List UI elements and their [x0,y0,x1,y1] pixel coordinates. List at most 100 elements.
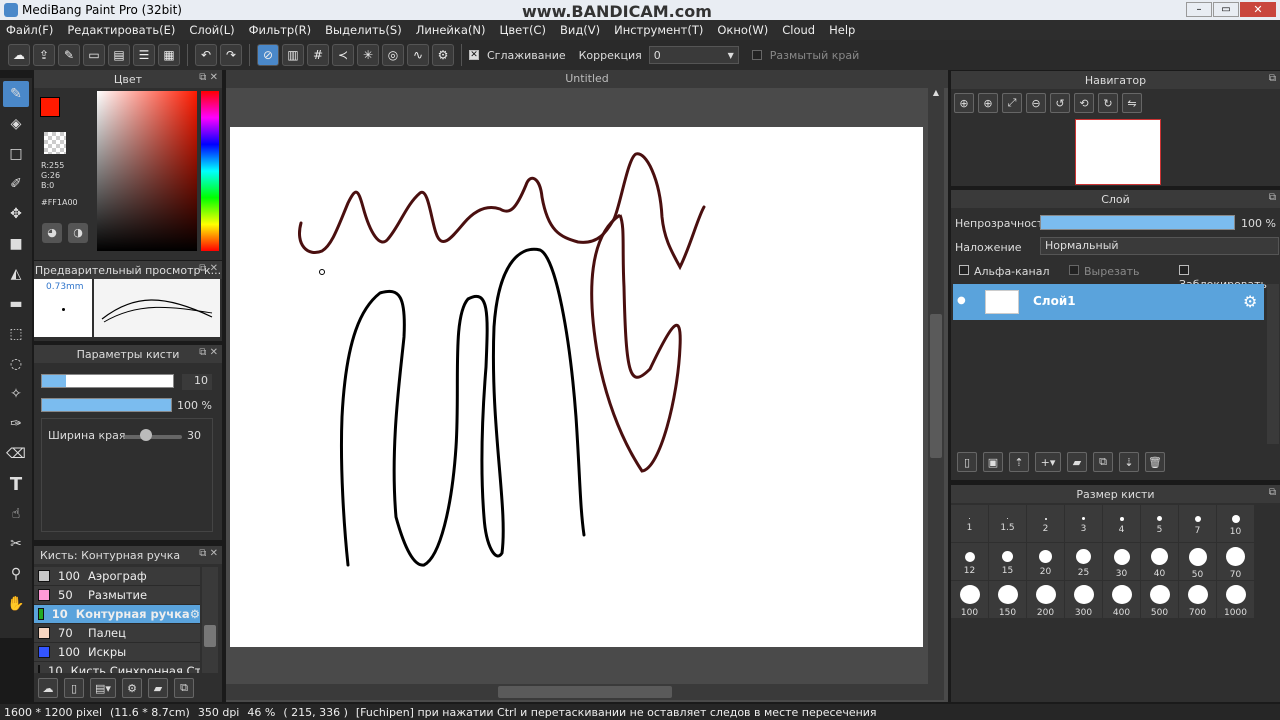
rotate-right-icon[interactable]: ↻ [1098,93,1118,113]
lock-checkbox[interactable] [1179,265,1189,275]
menu-item[interactable]: Окно(W) [717,23,768,37]
layer-settings-icon[interactable]: ⚙ [1243,292,1257,311]
merge-layer-icon[interactable]: ⇣ [1119,452,1139,472]
correction-select[interactable]: 0 ▼ [648,46,739,64]
dot-tool-icon[interactable]: □ [3,141,29,167]
close-button[interactable]: ✕ [1240,2,1276,17]
brush-size-option[interactable]: 50 [1179,543,1216,580]
cross-snap-icon[interactable]: # [307,44,329,66]
radial-snap-icon[interactable]: ✳ [357,44,379,66]
panel-float-icon[interactable]: ⧉ [1269,73,1276,84]
brush-size-option[interactable]: 500 [1141,581,1178,618]
brush-size-option[interactable]: 3 [1065,505,1102,542]
gradient-tool-icon[interactable]: ▬ [3,291,29,317]
divide-tool-icon[interactable]: ✂ [3,531,29,557]
new-halftone-layer-icon[interactable]: ▣ [983,452,1003,472]
layer-visibility-icon[interactable]: ● [957,295,966,306]
alpha-checkbox[interactable] [959,265,969,275]
operation-tool-icon[interactable]: ☝ [3,501,29,527]
brush-size-option[interactable]: 70 [1217,543,1254,580]
share-icon[interactable]: ⇪ [33,44,55,66]
new-brush-icon[interactable]: ▯ [64,678,84,698]
transparent-color-swatch[interactable] [44,132,66,154]
text-tool-icon[interactable]: T [3,471,29,497]
brush-size-option[interactable]: 700 [1179,581,1216,618]
chat-icon[interactable]: ▭ [83,44,105,66]
menu-item[interactable]: Выделить(S) [325,23,402,37]
navigator-thumbnail[interactable] [1075,119,1161,185]
brush-size-option[interactable]: 15 [989,543,1026,580]
layer-folder-icon[interactable]: ▰ [1067,452,1087,472]
cloud-icon[interactable]: ☁ [8,44,30,66]
brush-size-option[interactable]: 1000 [1217,581,1254,618]
scrollbar-thumb[interactable] [498,686,672,698]
brush-size-option[interactable]: 10 [1217,505,1254,542]
comment-icon[interactable]: ✎ [58,44,80,66]
select-tool-icon[interactable]: ⬚ [3,321,29,347]
brush-size-option[interactable]: 1 [951,505,988,542]
brush-size-option[interactable]: 100 [951,581,988,618]
eraser-tool-icon[interactable]: ◈ [3,111,29,137]
brush-list-item[interactable]: 50 Размытие [34,586,200,605]
redo-icon[interactable]: ↷ [220,44,242,66]
brush-list-item[interactable]: 100 Искры [34,643,200,662]
alpha-channel-option[interactable]: Альфа-канал [959,265,1050,278]
new-layer-icon[interactable]: ▯ [957,452,977,472]
flip-horizontal-icon[interactable]: ⇋ [1122,93,1142,113]
minimize-button[interactable]: – [1186,2,1212,17]
brush-size-option[interactable]: 12 [951,543,988,580]
bucket-tool-icon[interactable]: ◭ [3,261,29,287]
layer-list-scrollbar[interactable] [1267,284,1279,444]
vanishing-snap-icon[interactable]: ≺ [332,44,354,66]
select-pen-tool-icon[interactable]: ✑ [3,411,29,437]
panel-float-icon[interactable]: ⧉ ✕ [199,548,218,559]
parallel-snap-icon[interactable]: ▥ [282,44,304,66]
scrollbar-thumb[interactable] [204,625,216,647]
add-layer-menu-icon[interactable]: +▾ [1035,452,1061,472]
snap-off-icon[interactable]: ⊘ [257,44,279,66]
duplicate-brush-icon[interactable]: ⧉ [174,678,194,698]
panel-float-icon[interactable]: ⧉ ✕ [199,263,218,274]
scrollbar-up-arrow[interactable]: ▲ [928,88,944,97]
menu-item[interactable]: Цвет(C) [499,23,545,37]
duplicate-layer-icon[interactable]: ⧉ [1093,452,1113,472]
drawing-canvas[interactable] [230,127,923,647]
fill-rect-tool-icon[interactable]: ■ [3,231,29,257]
brush-size-slider[interactable] [41,374,174,388]
brush-size-option[interactable]: 2 [1027,505,1064,542]
clip-checkbox[interactable] [1069,265,1079,275]
brush-size-option[interactable]: 300 [1065,581,1102,618]
menu-item[interactable]: Фильтр(R) [249,23,311,37]
palette-icon[interactable]: ◕ [42,223,62,243]
brush-size-option[interactable]: 20 [1027,543,1064,580]
zoom-fit-icon[interactable]: ⊕ [954,93,974,113]
panel-float-icon[interactable]: ⧉ ✕ [199,347,218,358]
clip-option[interactable]: Вырезать [1069,265,1139,278]
curve-snap-icon[interactable]: ∿ [407,44,429,66]
add-brush-icon[interactable]: ▤▾ [90,678,116,698]
hue-slider[interactable] [201,91,219,251]
new-8bit-layer-icon[interactable]: ⇡ [1009,452,1029,472]
brush-size-option[interactable]: 40 [1141,543,1178,580]
panel-float-icon[interactable]: ⧉ [1269,487,1276,498]
pen-tool-icon[interactable]: ✐ [3,171,29,197]
brush-opacity-slider[interactable] [41,398,172,412]
blend-mode-select[interactable]: Нормальный [1040,237,1279,255]
menu-item[interactable]: Слой(L) [189,23,234,37]
delete-layer-icon[interactable]: 🗑 [1145,452,1165,472]
brush-size-option[interactable]: 4 [1103,505,1140,542]
menu-item[interactable]: Линейка(N) [416,23,486,37]
brush-size-option[interactable]: 25 [1065,543,1102,580]
menu-item[interactable]: Редактировать(E) [67,23,175,37]
scrollbar-thumb[interactable] [930,314,942,458]
rotate-reset-icon[interactable]: ⟲ [1074,93,1094,113]
lasso-tool-icon[interactable]: ◌ [3,351,29,377]
brush-size-option[interactable]: 5 [1141,505,1178,542]
magic-wand-tool-icon[interactable]: ✧ [3,381,29,407]
panel-float-icon[interactable]: ⧉ ✕ [199,72,218,83]
menu-item[interactable]: Инструмент(T) [614,23,703,37]
hand-tool-icon[interactable]: ✋ [3,591,29,617]
snap-settings-icon[interactable]: ⚙ [432,44,454,66]
select-eraser-tool-icon[interactable]: ⌫ [3,441,29,467]
layer-row[interactable]: ● Слой1 ⚙ [953,284,1264,320]
